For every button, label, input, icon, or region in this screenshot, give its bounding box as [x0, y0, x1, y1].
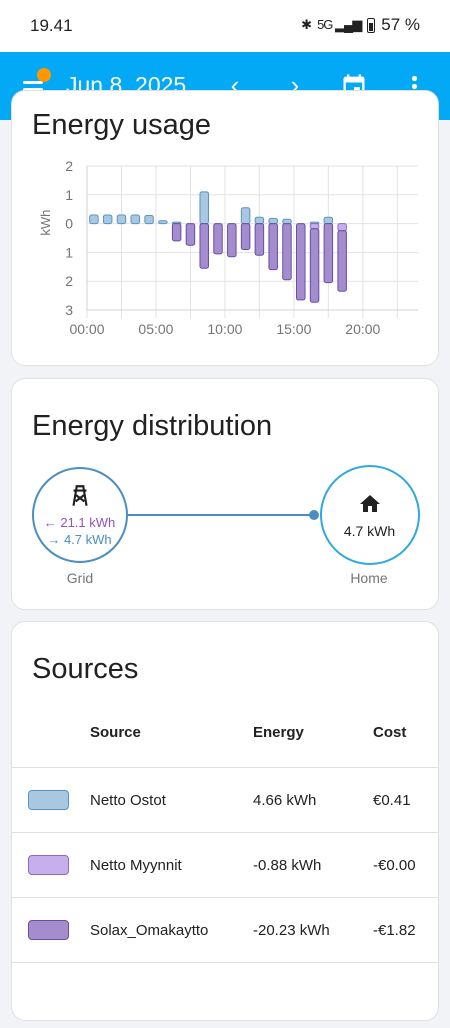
- status-time: 19.41: [30, 16, 73, 35]
- x-tick-label: 05:00: [138, 321, 173, 337]
- bar-solax-omakaytto: [323, 223, 334, 284]
- energy-distribution-card: Energy distribution ← 21.1 kWh → 4.7 kWh…: [11, 378, 439, 610]
- source-energy: -0.88 kWh: [253, 857, 322, 874]
- bar-solax-omakaytto: [227, 223, 237, 258]
- more-vert-icon-dot: [412, 84, 417, 89]
- column-header-energy[interactable]: Energy: [253, 724, 304, 741]
- status-bar: 19.41 ✱ 5G ▂▄▆ 57 %: [0, 0, 450, 52]
- bar-netto-ostot: [323, 216, 334, 225]
- column-header-source[interactable]: Source: [90, 724, 141, 741]
- energy-usage-chart: 2 1 0 1 2 3 kWh 00:00 05:00 10:00 15:00 20:00: [38, 158, 418, 337]
- flow-dot: [309, 510, 319, 520]
- energy-distribution-title: Energy distribution: [32, 410, 273, 442]
- table-row-partial: [12, 962, 438, 1028]
- x-tick-label: 00:00: [69, 321, 104, 337]
- bar-solax-omakaytto: [337, 230, 347, 292]
- y-tick-label: 2: [65, 273, 73, 289]
- bar-solax-omakaytto: [268, 223, 278, 271]
- bar-solax-omakaytto: [240, 223, 251, 251]
- bar-netto-ostot: [130, 214, 141, 225]
- energy-usage-card: Energy usage 2 1 0 1 2 3 kWh 00:00 05:00 10:00 15:…: [11, 90, 439, 366]
- notification-dot: [37, 68, 51, 82]
- bar-netto-ostot: [158, 220, 168, 225]
- source-color-swatch: [28, 855, 69, 875]
- bar-solax-omakaytto: [213, 223, 223, 255]
- bar-netto-myynnit: [309, 223, 320, 230]
- bar-solax-omakaytto: [171, 223, 182, 242]
- bar-netto-myynnit: [337, 223, 347, 232]
- bluetooth-icon: ✱: [301, 17, 312, 32]
- bar-solax-omakaytto: [296, 223, 306, 301]
- bar-netto-ostot: [116, 214, 127, 225]
- bar-netto-ostot: [282, 218, 292, 225]
- source-cost: €0.41: [373, 792, 411, 809]
- source-energy: 4.66 kWh: [253, 792, 317, 809]
- grid-label: Grid: [66, 570, 94, 586]
- bar-solax-omakaytto: [282, 223, 292, 281]
- column-header-cost[interactable]: Cost: [373, 724, 406, 741]
- home-label: Home: [350, 570, 388, 586]
- grid-home-flow-line: [128, 514, 314, 516]
- y-axis-label: kWh: [38, 210, 53, 236]
- source-name: Netto Ostot: [90, 792, 166, 809]
- table-row: Solax_Omakaytto -20.23 kWh -€1.82: [12, 897, 438, 963]
- y-tick-label: 1: [65, 244, 73, 260]
- battery-icon: [367, 17, 376, 33]
- source-energy: -20.23 kWh: [253, 922, 330, 939]
- table-row: Netto Ostot 4.66 kWh €0.41: [12, 767, 438, 833]
- hamburger-icon: [23, 81, 43, 84]
- source-name: Solax_Omakaytto: [90, 922, 209, 939]
- bar-solax-omakaytto: [309, 228, 320, 303]
- bar-netto-ostot: [240, 207, 251, 225]
- bar-netto-ostot: [102, 214, 113, 225]
- y-tick-label: 1: [65, 187, 73, 203]
- source-name: Netto Myynnit: [90, 857, 182, 874]
- x-tick-label: 10:00: [207, 321, 242, 337]
- home-circle[interactable]: 4.7 kWh: [320, 465, 420, 565]
- bar-netto-ostot: [254, 216, 265, 225]
- bar-netto-ostot: [268, 217, 278, 225]
- status-icons: ✱ 5G ▂▄▆ 57 %: [301, 15, 420, 35]
- sources-title: Sources: [32, 653, 139, 685]
- grid-circle[interactable]: ← 21.1 kWh → 4.7 kWh: [32, 467, 128, 563]
- bar-netto-ostot: [199, 191, 209, 225]
- bar-netto-ostot: [89, 214, 99, 225]
- battery-percent: 57 %: [381, 15, 420, 34]
- transmission-tower-icon: [72, 485, 88, 506]
- bar-netto-ostot: [144, 215, 154, 225]
- grid-consumption-value: ← 21.1 kWh: [43, 515, 116, 530]
- source-color-swatch: [28, 920, 69, 940]
- source-color-swatch: [28, 790, 69, 810]
- sources-card: Sources Source Energy Cost Netto Ostot 4…: [11, 621, 439, 1021]
- table-row: Netto Myynnit -0.88 kWh -€0.00: [12, 832, 438, 898]
- network-icon: 5G ▂▄▆: [317, 17, 362, 32]
- bar-solax-omakaytto: [254, 223, 265, 256]
- x-tick-label: 20:00: [345, 321, 380, 337]
- home-consumption-value: 4.7 kWh: [343, 523, 396, 539]
- grid-return-value: → 4.7 kWh: [47, 532, 112, 547]
- y-tick-label: 2: [65, 158, 73, 174]
- bar-solax-omakaytto: [199, 223, 209, 269]
- more-vert-icon: [412, 76, 417, 81]
- source-cost: -€1.82: [373, 922, 416, 939]
- source-cost: -€0.00: [373, 857, 416, 874]
- home-icon: [360, 495, 380, 512]
- y-tick-label: 0: [65, 216, 73, 232]
- y-tick-label: 3: [65, 302, 73, 318]
- bar-solax-omakaytto: [185, 223, 196, 246]
- x-tick-label: 15:00: [276, 321, 311, 337]
